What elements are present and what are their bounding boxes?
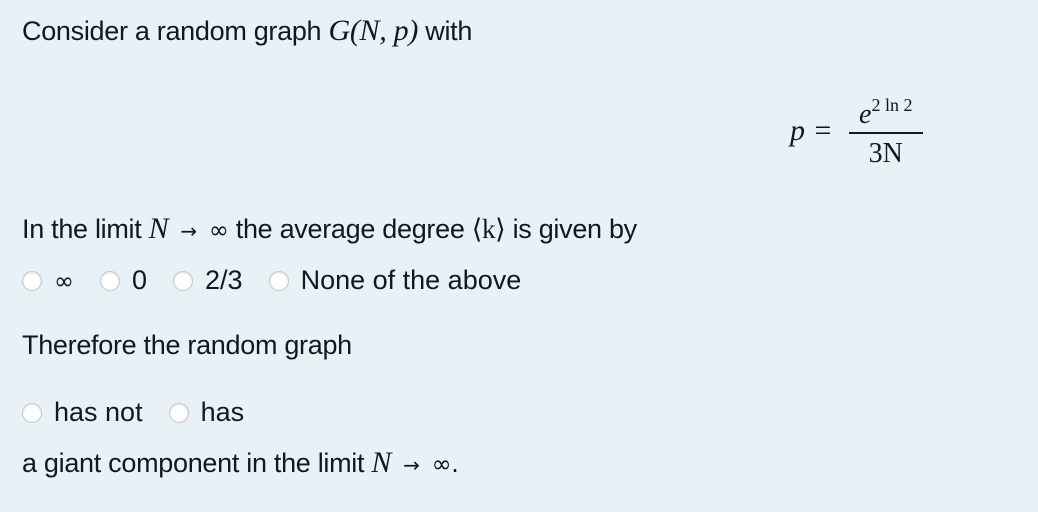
intro-suffix: with <box>425 16 473 46</box>
question1-prompt: In the limit N → ∞ the average degree ⟨k⟩ … <box>22 212 637 246</box>
radio-button[interactable] <box>100 270 120 291</box>
q1-prefix: In the limit <box>22 214 142 244</box>
q1-suffix: is given by <box>512 214 638 244</box>
question2-options: has not has <box>22 397 270 428</box>
intro-math: G(N, p) <box>328 14 419 47</box>
q1-option-zero[interactable]: 0 <box>100 265 147 296</box>
q1-limit: ∞ <box>208 216 229 244</box>
numerator-base: e <box>859 99 872 130</box>
radio-button[interactable] <box>22 402 42 423</box>
question2-tail: a giant component in the limit N → ∞. <box>22 446 459 480</box>
radio-button[interactable] <box>268 270 289 291</box>
formula-fraction: e2 ln 2 3N <box>848 88 923 174</box>
radio-button[interactable] <box>168 402 189 423</box>
q2-option-has[interactable]: has <box>168 397 245 428</box>
q2-arrow: → <box>403 453 420 477</box>
q1-bracket: ⟨k⟩ <box>471 214 506 244</box>
q2-tail-prefix: a giant component in the limit <box>22 448 365 478</box>
q1-option-infinity[interactable]: ∞ <box>22 267 74 295</box>
radio-button[interactable] <box>22 270 42 291</box>
probability-formula: p = e2 ln 2 3N <box>790 88 923 174</box>
q2-var: N <box>371 446 392 479</box>
option-label: None of the above <box>300 265 522 295</box>
option-label: has <box>200 397 245 427</box>
q1-arrow: → <box>180 219 197 243</box>
formula-denominator: 3N <box>868 138 903 169</box>
q2-limit: ∞. <box>431 450 459 478</box>
q1-option-two-thirds[interactable]: 2/3 <box>173 265 243 296</box>
q1-var: N <box>148 212 169 245</box>
option-label: 0 <box>132 265 148 295</box>
question2-prompt: Therefore the random graph <box>22 330 352 360</box>
option-label: ∞ <box>54 266 74 295</box>
intro-sentence: Consider a random graph G(N, p) with <box>22 14 472 48</box>
q1-option-none[interactable]: None of the above <box>268 265 522 296</box>
option-label: has not <box>54 397 143 427</box>
radio-button[interactable] <box>173 270 194 291</box>
q2-option-has-not[interactable]: has not <box>22 397 143 428</box>
q1-middle: the average degree <box>235 214 465 244</box>
numerator-exp: 2 ln 2 <box>871 95 913 115</box>
formula-lhs: p = <box>790 114 833 147</box>
intro-text: Consider a random graph <box>22 16 322 46</box>
question1-options: ∞ 0 2/3 None of the above <box>22 265 547 296</box>
option-label: 2/3 <box>205 265 243 295</box>
formula-numerator: e2 ln 2 <box>855 88 916 132</box>
